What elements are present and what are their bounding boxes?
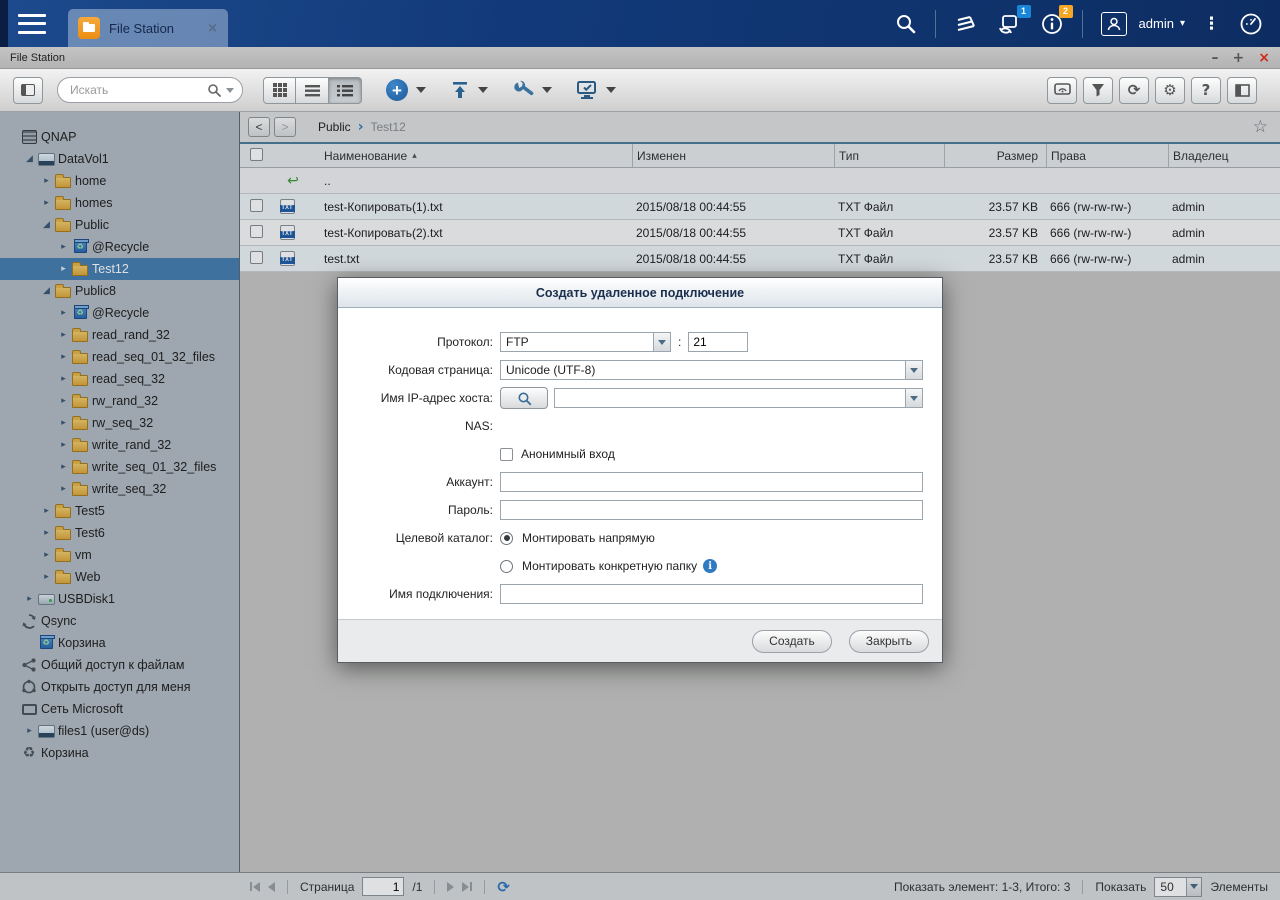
tools-caret-icon	[542, 87, 552, 93]
list-view-icon	[305, 84, 320, 97]
codepage-value: Unicode (UTF-8)	[501, 363, 905, 377]
create-caret-icon	[416, 87, 426, 93]
password-input[interactable]	[500, 500, 923, 520]
remote-mount-menu-button[interactable]	[576, 80, 616, 100]
file-station-toolbar: + ⟳ ⚙ ?	[0, 69, 1280, 112]
notifications-badge: 2	[1059, 5, 1073, 18]
detail-view-icon	[337, 84, 353, 97]
mount-folder-radio[interactable]	[500, 560, 513, 573]
search-options-caret-icon[interactable]	[226, 88, 234, 93]
user-avatar-icon[interactable]	[1101, 12, 1127, 36]
protocol-label: Протокол:	[338, 335, 493, 349]
connection-name-label: Имя подключения:	[338, 587, 493, 601]
search-input[interactable]	[70, 83, 207, 97]
user-menu-caret-icon[interactable]: ▾	[1180, 18, 1185, 29]
upload-caret-icon	[478, 87, 488, 93]
gear-icon: ⚙	[1163, 81, 1176, 99]
list-view-button[interactable]	[296, 77, 329, 104]
global-search-icon[interactable]	[895, 13, 917, 35]
upload-menu-button[interactable]	[450, 80, 488, 100]
remote-mount-icon	[576, 80, 598, 100]
anonymous-checkbox[interactable]	[500, 448, 513, 461]
protocol-value: FTP	[501, 335, 653, 349]
file-station-app-icon	[78, 17, 100, 39]
remote-caret-icon	[606, 87, 616, 93]
divider	[1082, 10, 1083, 38]
create-remote-connection-dialog: Создать удаленное подключение Протокол: …	[337, 277, 943, 663]
host-label: Имя IP-адрес хоста:	[338, 391, 493, 405]
nas-label: NAS:	[338, 419, 493, 433]
port-separator: :	[678, 335, 681, 349]
account-label: Аккаунт:	[338, 475, 493, 489]
tools-menu-button[interactable]	[512, 79, 552, 101]
more-options-icon[interactable]: ⋮	[1203, 14, 1220, 34]
divider	[935, 10, 936, 38]
background-tasks-icon[interactable]	[954, 12, 978, 36]
view-mode-group	[263, 77, 362, 104]
refresh-button[interactable]: ⟳	[1119, 77, 1149, 104]
grid-view-icon	[273, 83, 287, 97]
dialog-title: Создать удаленное подключение	[338, 278, 942, 308]
layout-button[interactable]	[1227, 77, 1257, 104]
help-button[interactable]: ?	[1191, 77, 1221, 104]
chevron-down-icon	[910, 396, 918, 401]
notifications-icon[interactable]: 2	[1040, 12, 1064, 36]
info-icon[interactable]: i	[703, 559, 717, 573]
codepage-label: Кодовая страница:	[338, 363, 493, 377]
create-menu-button[interactable]: +	[386, 79, 426, 101]
target-folder-label: Целевой каталог:	[338, 531, 493, 545]
mount-folder-label: Монтировать конкретную папку	[522, 559, 697, 573]
anonymous-label: Анонимный вход	[521, 447, 615, 461]
mount-direct-radio[interactable]	[500, 532, 513, 545]
resource-monitor-icon[interactable]	[1238, 11, 1264, 37]
mount-direct-label: Монтировать напрямую	[522, 531, 655, 545]
help-icon: ?	[1202, 81, 1211, 99]
window-maximize-icon[interactable]: +	[1233, 51, 1245, 65]
add-icon: +	[386, 79, 408, 101]
chevron-down-icon	[658, 340, 666, 345]
port-input[interactable]	[688, 332, 748, 352]
window-minimize-icon[interactable]: –	[1212, 51, 1219, 65]
main-menu-icon[interactable]	[18, 14, 46, 34]
settings-button[interactable]: ⚙	[1155, 77, 1185, 104]
app-tab-file-station[interactable]: File Station ×	[68, 9, 228, 47]
tab-close-icon[interactable]: ×	[207, 21, 218, 36]
filter-icon	[1091, 83, 1105, 97]
close-button[interactable]: Закрыть	[849, 630, 929, 653]
filter-button[interactable]	[1083, 77, 1113, 104]
detail-view-button[interactable]	[329, 77, 362, 104]
connection-name-input[interactable]	[500, 584, 923, 604]
device-badge: 1	[1017, 5, 1031, 18]
chevron-down-icon	[910, 368, 918, 373]
toggle-sidebar-button[interactable]	[13, 77, 43, 104]
protocol-select[interactable]: FTP	[500, 332, 671, 352]
password-label: Пароль:	[338, 503, 493, 517]
search-host-button[interactable]	[500, 387, 548, 409]
account-input[interactable]	[500, 472, 923, 492]
codepage-select[interactable]: Unicode (UTF-8)	[500, 360, 923, 380]
desktop-top-bar: File Station × 1 2 admin ▾ ⋮	[0, 0, 1280, 47]
thumbnail-view-button[interactable]	[263, 77, 296, 104]
create-button[interactable]: Создать	[752, 630, 832, 653]
window-close-icon[interactable]: ×	[1258, 51, 1270, 65]
panel-icon	[21, 84, 35, 96]
app-tab-label: File Station	[109, 21, 207, 36]
remote-view-button[interactable]	[1047, 77, 1077, 104]
external-device-icon[interactable]: 1	[996, 12, 1022, 36]
dialog-footer: Создать Закрыть	[338, 619, 942, 662]
search-icon	[207, 83, 222, 98]
search-icon	[517, 391, 532, 406]
window-title-bar: File Station – + ×	[0, 47, 1280, 69]
upload-icon	[450, 80, 470, 100]
wrench-icon	[512, 79, 534, 101]
window-title: File Station	[10, 52, 65, 64]
refresh-icon: ⟳	[1128, 81, 1141, 99]
cast-screen-icon	[1054, 83, 1071, 97]
username-label[interactable]: admin	[1139, 16, 1174, 31]
host-select[interactable]	[554, 388, 923, 408]
columns-icon	[1235, 84, 1250, 97]
search-box[interactable]	[57, 77, 243, 103]
